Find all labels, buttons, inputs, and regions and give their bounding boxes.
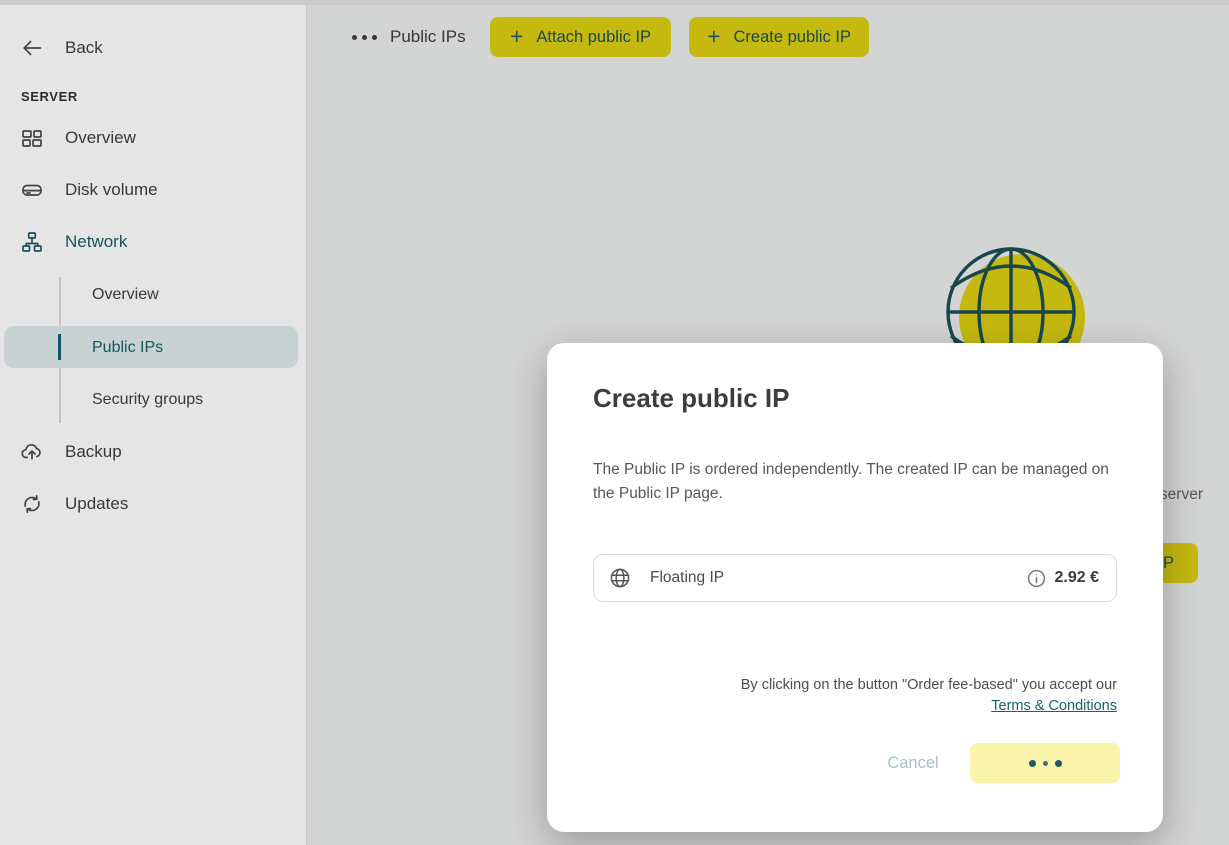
dialog-description-line2: the Public IP page. bbox=[593, 482, 1109, 506]
ip-price: 2.92 € bbox=[1055, 569, 1099, 587]
ip-type-row-floating-ip[interactable]: Floating IP 2.92 € bbox=[593, 554, 1117, 602]
cancel-button[interactable]: Cancel bbox=[853, 743, 973, 783]
terms-text: By clicking on the button "Order fee-bas… bbox=[741, 675, 1117, 696]
terms-notice: By clicking on the button "Order fee-bas… bbox=[741, 675, 1117, 717]
globe-icon bbox=[609, 567, 631, 589]
dialog-description-line1: The Public IP is ordered independently. … bbox=[593, 458, 1109, 482]
ip-type-label: Floating IP bbox=[650, 569, 1027, 587]
loading-dot bbox=[1029, 760, 1036, 767]
order-fee-based-button-loading[interactable] bbox=[970, 743, 1120, 783]
loading-dot bbox=[1055, 760, 1062, 767]
info-icon[interactable] bbox=[1027, 569, 1046, 588]
dialog-title: Create public IP bbox=[593, 383, 790, 414]
dialog-description: The Public IP is ordered independently. … bbox=[593, 458, 1109, 506]
create-public-ip-dialog: Create public IP The Public IP is ordere… bbox=[547, 343, 1163, 832]
terms-and-conditions-link[interactable]: Terms & Conditions bbox=[991, 698, 1117, 714]
loading-dot bbox=[1043, 761, 1048, 766]
